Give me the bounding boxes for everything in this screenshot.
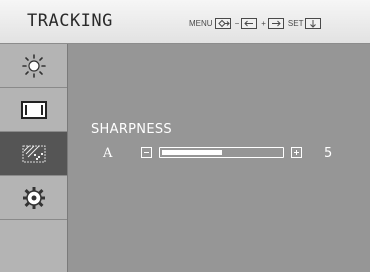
increase-button[interactable] xyxy=(291,147,302,158)
hint-set: SET xyxy=(287,17,322,29)
sidebar-item-setup[interactable] xyxy=(0,176,67,220)
gear-icon xyxy=(22,186,45,209)
hint-plus: + xyxy=(261,17,284,29)
setting-label: SHARPNESS xyxy=(91,122,172,137)
sharpness-slider[interactable] xyxy=(159,147,284,158)
down-arrow-icon xyxy=(305,17,322,29)
hint-menu: MENU xyxy=(189,17,231,29)
hint-set-label: SET xyxy=(287,18,304,28)
left-arrow-icon xyxy=(241,17,258,29)
setting-mode: A xyxy=(103,146,113,161)
sun-icon xyxy=(21,53,46,78)
monitor-osd: TRACKING MENU − + SET SHARPNESS A 5 xyxy=(0,0,370,272)
key-hints: MENU − + SET xyxy=(189,14,325,32)
exit-icon xyxy=(214,17,231,29)
sidebar-item-brightness[interactable] xyxy=(0,44,67,88)
sidebar-item-picture[interactable] xyxy=(0,88,67,132)
right-arrow-icon xyxy=(267,17,284,29)
osd-header: TRACKING MENU − + SET xyxy=(0,0,370,44)
hint-minus-label: − xyxy=(234,18,240,28)
hint-minus: − xyxy=(234,17,258,29)
sidebar-item-tracking[interactable] xyxy=(0,132,67,176)
screen-icon xyxy=(20,100,47,119)
tracking-icon xyxy=(22,145,45,162)
hint-plus-label: + xyxy=(261,18,266,28)
settings-panel: SHARPNESS A 5 xyxy=(69,44,370,272)
minus-icon xyxy=(144,152,149,153)
plus-icon-v xyxy=(296,150,297,155)
setting-value: 5 xyxy=(324,146,333,161)
page-title: TRACKING xyxy=(27,11,113,31)
slider-fill xyxy=(162,150,222,155)
decrease-button[interactable] xyxy=(141,147,152,158)
osd-sidebar xyxy=(0,44,68,272)
hint-menu-label: MENU xyxy=(189,18,213,28)
